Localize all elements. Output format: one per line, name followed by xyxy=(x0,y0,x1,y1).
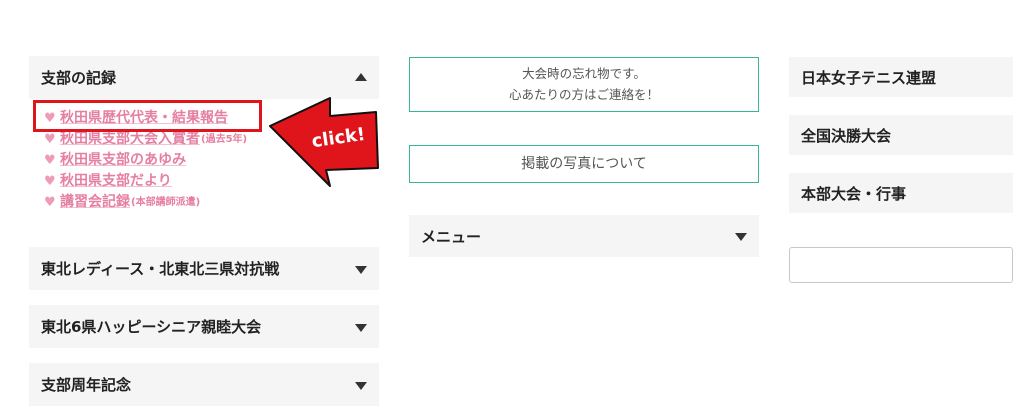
menu-header[interactable]: メニュー xyxy=(409,215,759,257)
highlight-box xyxy=(33,100,262,132)
link-branch-history[interactable]: ♥ 秋田県支部のあゆみ xyxy=(44,150,247,171)
chevron-up-icon[interactable] xyxy=(355,72,367,81)
link-workshop-records[interactable]: ♥ 講習会記録 (本部講師派遣) xyxy=(44,192,247,213)
heart-icon: ♥ xyxy=(44,174,56,189)
heart-icon: ♥ xyxy=(44,195,56,210)
link-branch-newsletter[interactable]: ♥ 秋田県支部だより xyxy=(44,171,247,192)
right-item-jlta[interactable]: 日本女子テニス連盟 xyxy=(789,57,1013,97)
tohoku-ladies-header[interactable]: 東北レディース・北東北三県対抗戦 xyxy=(29,247,379,290)
click-callout-arrow-icon: click! xyxy=(269,97,379,187)
right-item-national-final[interactable]: 全国決勝大会 xyxy=(789,115,1013,155)
anniversary-header[interactable]: 支部周年記念 xyxy=(29,363,379,406)
chevron-down-icon[interactable] xyxy=(355,323,367,332)
tohoku-senior-header[interactable]: 東北6県ハッピーシニア親睦大会 xyxy=(29,305,379,348)
heart-icon: ♥ xyxy=(44,153,56,168)
search-input[interactable] xyxy=(789,247,1013,283)
branch-records-header[interactable]: 支部の記録 xyxy=(29,56,379,99)
photo-notice[interactable]: 掲載の写真について xyxy=(409,145,759,183)
chevron-down-icon[interactable] xyxy=(355,265,367,274)
right-item-hq-events[interactable]: 本部大会・行事 xyxy=(789,173,1013,213)
chevron-down-icon[interactable] xyxy=(735,233,747,241)
lost-items-notice[interactable]: 大会時の忘れ物です。 心あたりの方はご連絡を！ xyxy=(409,57,759,112)
link-prize-winners[interactable]: ♥ 秋田県支部大会入賞者 (過去5年) xyxy=(44,129,247,150)
chevron-down-icon[interactable] xyxy=(355,381,367,390)
branch-records-title: 支部の記録 xyxy=(41,69,117,87)
heart-icon: ♥ xyxy=(44,132,56,147)
